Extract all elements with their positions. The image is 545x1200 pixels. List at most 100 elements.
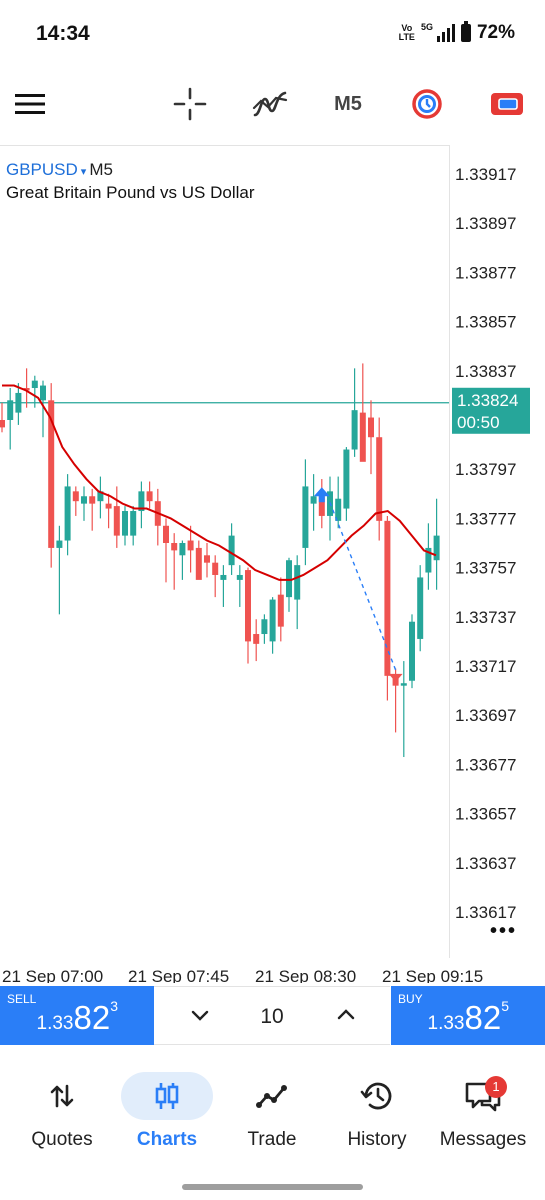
bottom-navigation: Quotes Charts Trade History 1 Messages [0, 1062, 545, 1172]
candle-body [286, 560, 292, 598]
candle-body [89, 496, 96, 504]
nav-history-icon-wrap [331, 1072, 423, 1120]
candle-body [368, 417, 374, 438]
x-tick-label: 21 Sep 07:45 [128, 967, 229, 983]
candle-body [31, 380, 38, 389]
charts-icon [155, 1083, 179, 1109]
y-tick-label: 1.33837 [455, 362, 516, 381]
candle-body [409, 621, 415, 681]
candle-body [376, 437, 383, 521]
home-indicator[interactable] [182, 1184, 363, 1190]
candle-body [179, 543, 186, 556]
price-chart[interactable]: 1.33917 1.33897 1.33877 1.33857 1.33837 1.338… [0, 145, 545, 983]
candle-body [204, 555, 210, 563]
candle-body [417, 577, 424, 639]
candle-body [302, 486, 309, 548]
status-time: 14:34 [36, 22, 90, 45]
sell-button[interactable]: SELL 1.33823 [0, 986, 154, 1045]
trade-icon [256, 1085, 287, 1108]
y-tick-label: 1.33757 [455, 559, 516, 578]
candle-body [400, 683, 407, 686]
x-tick-label: 21 Sep 09:15 [382, 967, 483, 983]
timeframe-button[interactable]: M5 [322, 66, 374, 142]
indicators-icon [252, 91, 288, 117]
candle-body [253, 634, 260, 644]
x-tick-label: 21 Sep 08:30 [255, 967, 356, 983]
bar-countdown-label: 00:50 [457, 413, 500, 432]
signal-icon [436, 24, 455, 42]
chart-toolbar: M5 [0, 66, 545, 142]
chart-timeframe: M5 [89, 160, 113, 179]
candle-body [294, 565, 301, 600]
y-tick-label: 1.33777 [455, 509, 516, 528]
volte-bottom: LTE [398, 32, 415, 42]
buy-price-pips: 82 [464, 999, 502, 1036]
candle-body [113, 506, 120, 536]
crosshair-button[interactable] [168, 66, 212, 142]
x-tick-label: 21 Sep 07:00 [2, 967, 103, 983]
candle-body [277, 594, 284, 627]
y-tick-label: 1.33697 [455, 706, 516, 725]
symbol-name[interactable]: GBPUSD [6, 160, 78, 179]
candle-body [7, 400, 14, 420]
volume-control: 10 [154, 986, 390, 1045]
y-tick-label: 1.33897 [455, 214, 516, 233]
buy-price: 1.33825 [428, 998, 510, 1037]
candle-body [72, 491, 79, 502]
nav-quotes[interactable]: Quotes [8, 1062, 116, 1162]
history-icon [360, 1082, 392, 1110]
candle-body [130, 511, 137, 536]
nav-charts-icon-wrap [121, 1072, 213, 1120]
y-tick-label: 1.33637 [455, 854, 516, 873]
candle-body [56, 540, 63, 548]
nav-charts[interactable]: Charts [113, 1062, 221, 1162]
crosshair-icon [173, 87, 207, 121]
candle-body [81, 496, 87, 504]
buy-button[interactable]: BUY 1.33825 [391, 986, 545, 1045]
candle-body [261, 619, 268, 635]
y-tick-label: 1.33917 [455, 165, 516, 184]
y-tick-label: 1.33657 [455, 805, 516, 824]
candle-body [64, 486, 71, 541]
messages-badge: 1 [485, 1076, 507, 1098]
candle-body [269, 599, 276, 642]
nav-messages[interactable]: 1 Messages [429, 1062, 537, 1162]
menu-button[interactable] [8, 66, 52, 142]
y-tick-label: 1.33717 [455, 657, 516, 676]
candle-body [15, 392, 22, 413]
indicators-button[interactable] [248, 66, 292, 142]
sell-price-prefix: 1.33 [36, 1013, 74, 1034]
menu-icon [15, 94, 45, 114]
current-price-label: 1.33824 [457, 391, 518, 410]
battery-icon [460, 21, 471, 42]
volte-icon: Vo LTE [399, 24, 415, 42]
nav-history-label: History [347, 1129, 407, 1150]
y-tick-label: 1.33877 [455, 263, 516, 282]
increase-volume-icon[interactable] [334, 1003, 358, 1027]
trade-mode-button[interactable] [484, 66, 530, 142]
buy-price-point: 5 [501, 998, 509, 1014]
symbol-header[interactable]: GBPUSD ▾ M5 [6, 160, 113, 180]
y-tick-label: 1.33797 [455, 460, 516, 479]
candle-body [220, 574, 227, 580]
candle-body [171, 543, 178, 551]
network-type: 5G [420, 22, 433, 32]
buy-label: BUY [398, 992, 423, 1006]
buy-price-prefix: 1.33 [427, 1013, 465, 1034]
nav-trade-label: Trade [247, 1129, 297, 1150]
candle-body [433, 535, 440, 561]
timeframe-label: M5 [334, 92, 362, 115]
nav-trade-icon-wrap [226, 1072, 318, 1120]
candle-body [351, 410, 358, 450]
status-icons: Vo LTE 5G 72% [399, 21, 515, 44]
nav-trade[interactable]: Trade [218, 1062, 326, 1162]
symbol-dropdown-icon[interactable]: ▾ [81, 166, 87, 178]
candle-body [212, 562, 219, 575]
order-panel: SELL 1.33823 10 BUY 1.33825 [0, 986, 545, 1045]
candle-body [228, 535, 235, 566]
one-click-trading-button[interactable] [404, 66, 450, 142]
more-options-icon[interactable]: ••• [490, 920, 517, 943]
sell-arrow-marker [388, 673, 403, 682]
nav-history[interactable]: History [323, 1062, 431, 1162]
nav-quotes-icon-wrap [16, 1072, 108, 1120]
